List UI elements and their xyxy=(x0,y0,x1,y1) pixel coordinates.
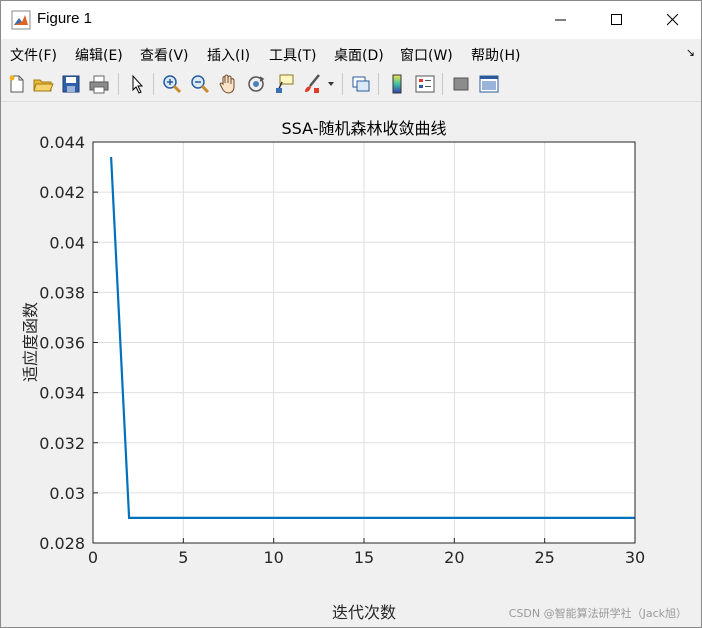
pan-hand-icon[interactable] xyxy=(217,73,239,95)
save-icon[interactable] xyxy=(60,73,82,95)
menu-bar: 文件(F) 编辑(E) 查看(V) 插入(I) 工具(T) 桌面(D) 窗口(W… xyxy=(1,39,701,67)
menu-edit[interactable]: 编辑(E) xyxy=(75,45,123,65)
x-tick-label: 15 xyxy=(354,548,374,567)
zoom-out-icon[interactable] xyxy=(189,73,211,95)
figure-toolbar xyxy=(1,67,701,102)
y-tick-label: 0.044 xyxy=(39,133,85,152)
toolbar-separator xyxy=(118,73,119,95)
menu-view[interactable]: 查看(V) xyxy=(140,45,189,65)
menu-insert[interactable]: 插入(I) xyxy=(207,45,250,65)
watermark: CSDN @智能算法研学社（Jack旭） xyxy=(508,607,687,620)
toolbar-separator xyxy=(442,73,443,95)
x-tick-label: 25 xyxy=(534,548,554,567)
menu-window[interactable]: 窗口(W) xyxy=(400,45,453,65)
window-title: Figure 1 xyxy=(37,10,93,27)
y-tick-label: 0.034 xyxy=(39,384,85,403)
x-tick-label: 30 xyxy=(625,548,645,567)
x-tick-label: 10 xyxy=(263,548,283,567)
y-tick-label: 0.036 xyxy=(39,334,85,353)
x-axis-label: 迭代次数 xyxy=(332,603,396,622)
chart-title: SSA-随机森林收敛曲线 xyxy=(282,119,447,138)
figure-window: Figure 1 文件(F) 编辑(E) 查看(V) 插入(I) 工具(T) 桌… xyxy=(0,0,702,628)
y-tick-label: 0.04 xyxy=(49,233,85,252)
convergence-chart[interactable]: 0 5 10 15 20 25 30 0.028 0.03 0.032 0.034 0.036 0.03… xyxy=(1,102,701,627)
y-axis-label: 适应度函数 xyxy=(21,302,40,382)
hide-plot-tools-icon[interactable] xyxy=(450,73,472,95)
show-plot-tools-icon[interactable] xyxy=(478,73,500,95)
toolbar-separator xyxy=(378,73,379,95)
minimize-icon xyxy=(555,19,566,21)
brush-dropdown-icon[interactable] xyxy=(327,81,335,87)
menu-help[interactable]: 帮助(H) xyxy=(471,45,520,65)
y-tick-label: 0.028 xyxy=(39,534,85,553)
x-tick-label: 5 xyxy=(178,548,188,567)
data-cursor-icon[interactable] xyxy=(273,73,295,95)
toolbar-separator xyxy=(342,73,343,95)
figure-canvas: 0 5 10 15 20 25 30 0.028 0.03 0.032 0.034 0.036 0.03… xyxy=(1,102,701,627)
open-file-icon[interactable] xyxy=(32,73,54,95)
pointer-icon[interactable] xyxy=(126,73,148,95)
zoom-in-icon[interactable] xyxy=(161,73,183,95)
brush-icon[interactable] xyxy=(301,73,323,95)
legend-icon[interactable] xyxy=(414,73,436,95)
maximize-button[interactable] xyxy=(589,1,645,39)
y-tick-label: 0.032 xyxy=(39,434,85,453)
print-icon[interactable] xyxy=(88,73,110,95)
x-tick-label: 20 xyxy=(444,548,464,567)
x-tick-label: 0 xyxy=(88,548,98,567)
new-figure-icon[interactable] xyxy=(6,73,28,95)
link-plot-icon[interactable] xyxy=(350,73,372,95)
matlab-logo-icon xyxy=(11,10,31,30)
minimize-button[interactable] xyxy=(533,1,589,39)
title-bar[interactable]: Figure 1 xyxy=(1,1,701,39)
maximize-icon xyxy=(611,14,622,25)
menu-file[interactable]: 文件(F) xyxy=(10,45,57,65)
y-tick-label: 0.03 xyxy=(49,484,85,503)
toolbar-separator xyxy=(153,73,154,95)
dock-arrow-icon[interactable]: ↘ xyxy=(686,46,695,59)
y-tick-label: 0.038 xyxy=(39,283,85,302)
menu-tools[interactable]: 工具(T) xyxy=(269,45,316,65)
close-icon xyxy=(667,14,679,26)
colorbar-icon[interactable] xyxy=(386,73,408,95)
rotate-3d-icon[interactable] xyxy=(245,73,267,95)
close-button[interactable] xyxy=(645,1,701,39)
menu-desktop[interactable]: 桌面(D) xyxy=(334,45,384,65)
y-tick-label: 0.042 xyxy=(39,183,85,202)
